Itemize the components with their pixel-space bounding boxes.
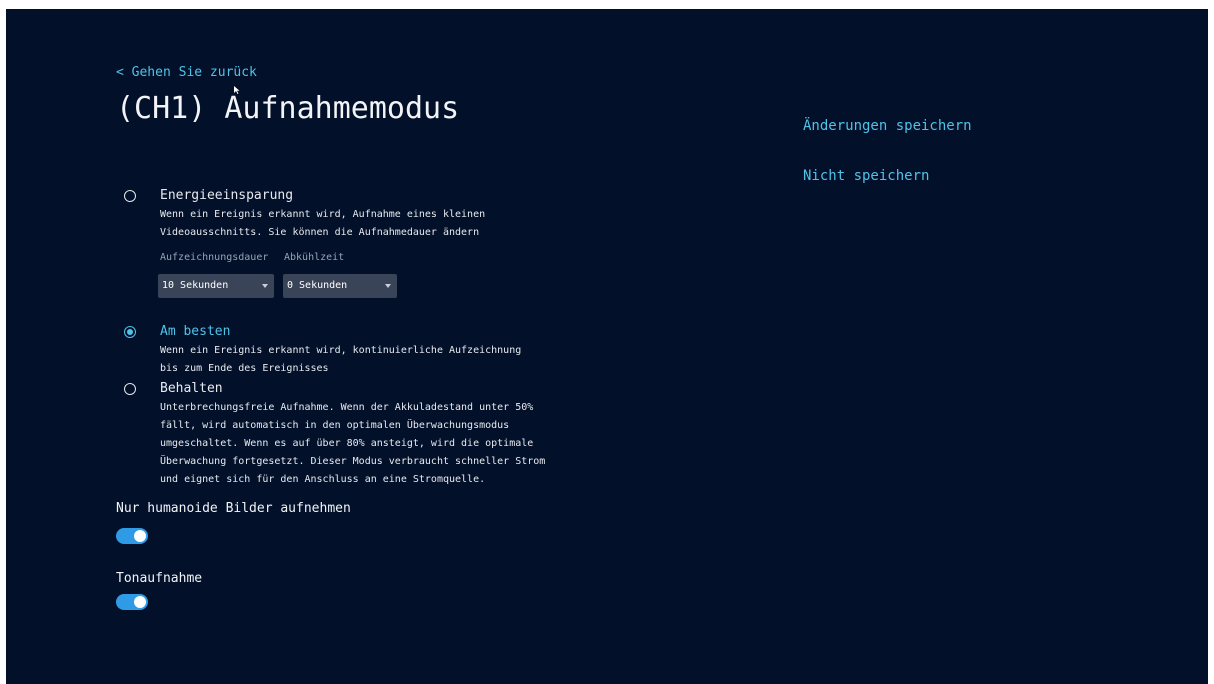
mode-description: Wenn ein Ereignis erkannt wird, kontinui… <box>160 345 522 374</box>
cooldown-label: Abkühlzeit <box>284 252 345 263</box>
mode-title: Energieeinsparung <box>160 188 294 203</box>
discard-changes-button[interactable]: Nicht speichern <box>803 168 929 184</box>
toggle-knob <box>134 530 146 542</box>
mode-description: Wenn ein Ereignis erkannt wird, Aufnahme… <box>160 209 486 238</box>
screen: < Gehen Sie zurück (CH1) Aufnahmemodus Ä… <box>6 9 1208 684</box>
cooldown-value: 0 Sekunden <box>287 280 348 291</box>
audio-recording-label: Tonaufnahme <box>116 571 203 586</box>
save-changes-button[interactable]: Änderungen speichern <box>803 118 972 134</box>
toggle-knob <box>134 596 146 608</box>
page-title: (CH1) Aufnahmemodus <box>116 91 460 126</box>
mode-description: Unterbrechungsfreie Aufnahme. Wenn der A… <box>160 402 546 485</box>
audio-recording-toggle[interactable] <box>116 594 148 610</box>
mode-title: Am besten <box>160 324 231 339</box>
recording-duration-value: 10 Sekunden <box>162 280 229 291</box>
recording-duration-select[interactable]: 10 Sekunden <box>158 274 274 298</box>
radio-button[interactable] <box>124 190 136 202</box>
dropdown-arrow-icon <box>385 284 391 288</box>
dropdown-arrow-icon <box>262 284 268 288</box>
cooldown-select[interactable]: 0 Sekunden <box>283 274 397 298</box>
humanoid-only-toggle[interactable] <box>116 528 148 544</box>
recording-duration-label: Aufzeichnungsdauer <box>160 252 269 263</box>
radio-button[interactable] <box>124 383 136 395</box>
mode-title: Behalten <box>160 381 223 396</box>
back-link[interactable]: < Gehen Sie zurück <box>116 65 257 80</box>
radio-button-selected[interactable] <box>124 326 136 338</box>
humanoid-only-label: Nur humanoide Bilder aufnehmen <box>116 501 351 516</box>
